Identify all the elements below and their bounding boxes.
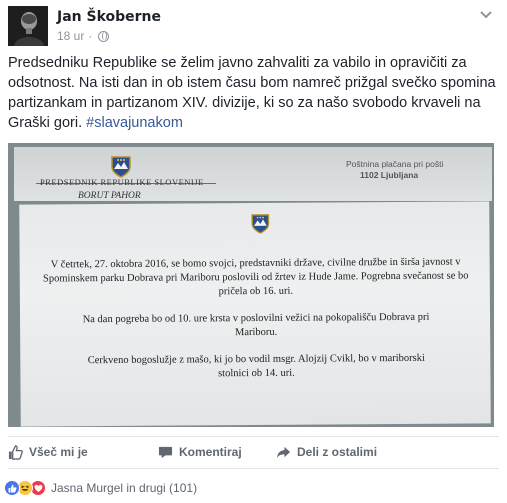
post-meta: 18 ur · [57,29,110,43]
post-body: Predsedniku Republike se želim javno zah… [8,55,496,131]
thumbs-up-icon [8,444,23,460]
hashtag-link[interactable]: #slavajunakom [86,115,183,131]
comment-label: Komentiraj [179,445,242,459]
share-label: Deli z ostalimi [297,445,378,459]
envelope-name: BORUT PAHOR [78,191,141,201]
envelope-title: PREDSEDNIK REPUBLIKE SLOVENIJE [40,177,204,187]
invitation-paragraph-1: V četrtek, 27. oktobra 2016, se bomo svo… [42,256,469,298]
envelope-postage: Poštnina plačana pri pošti 1102 Ljubljan… [346,159,443,181]
like-label: Všeč mi je [29,445,88,459]
comment-button[interactable]: Komentiraj [158,442,276,462]
share-icon [276,446,291,458]
envelope: PREDSEDNIK REPUBLIKE SLOVENIJE BORUT PAH… [14,147,492,201]
divider [8,436,499,437]
globe-icon [98,30,110,42]
reactions-text[interactable]: Jasna Murgel in drugi (101) [51,481,197,495]
like-reaction-icon [4,480,20,496]
author-name[interactable]: Jan Škoberne [57,9,161,25]
invitation-paragraph-3: Cerkveno bogoslužje z mašo, ki jo bo vod… [87,352,425,380]
like-button[interactable]: Všeč mi je [8,442,158,462]
postage-line2: 1102 Ljubljana [360,170,419,180]
post-text: Predsedniku Republike se želim javno zah… [8,53,498,133]
share-button[interactable]: Deli z ostalimi [276,442,377,462]
invitation-card: V četrtek, 27. oktobra 2016, se bomo svo… [19,201,491,427]
divider [8,468,499,469]
postage-line1: Poštnina plačana pri pošti [346,159,444,169]
invitation-text: V četrtek, 27. oktobra 2016, se bomo svo… [36,255,477,395]
comment-icon [158,446,173,458]
chevron-down-icon[interactable] [479,10,493,20]
coat-of-arms-icon [251,214,270,234]
post-actions: Všeč mi je Komentiraj Deli z ostalimi [8,442,499,462]
reactions-summary[interactable]: Jasna Murgel in drugi (101) [4,480,197,496]
meta-separator: · [88,29,93,43]
coat-of-arms-icon [111,156,131,178]
post-timestamp[interactable]: 18 ur [57,29,84,43]
facebook-post: Jan Škoberne 18 ur · Predsedniku Republi… [0,0,507,503]
author-avatar[interactable] [8,6,48,46]
post-photo[interactable]: PREDSEDNIK REPUBLIKE SLOVENIJE BORUT PAH… [8,143,494,427]
invitation-paragraph-2: Na dan pogreba bo od 10. ure krsta v pos… [82,311,430,339]
